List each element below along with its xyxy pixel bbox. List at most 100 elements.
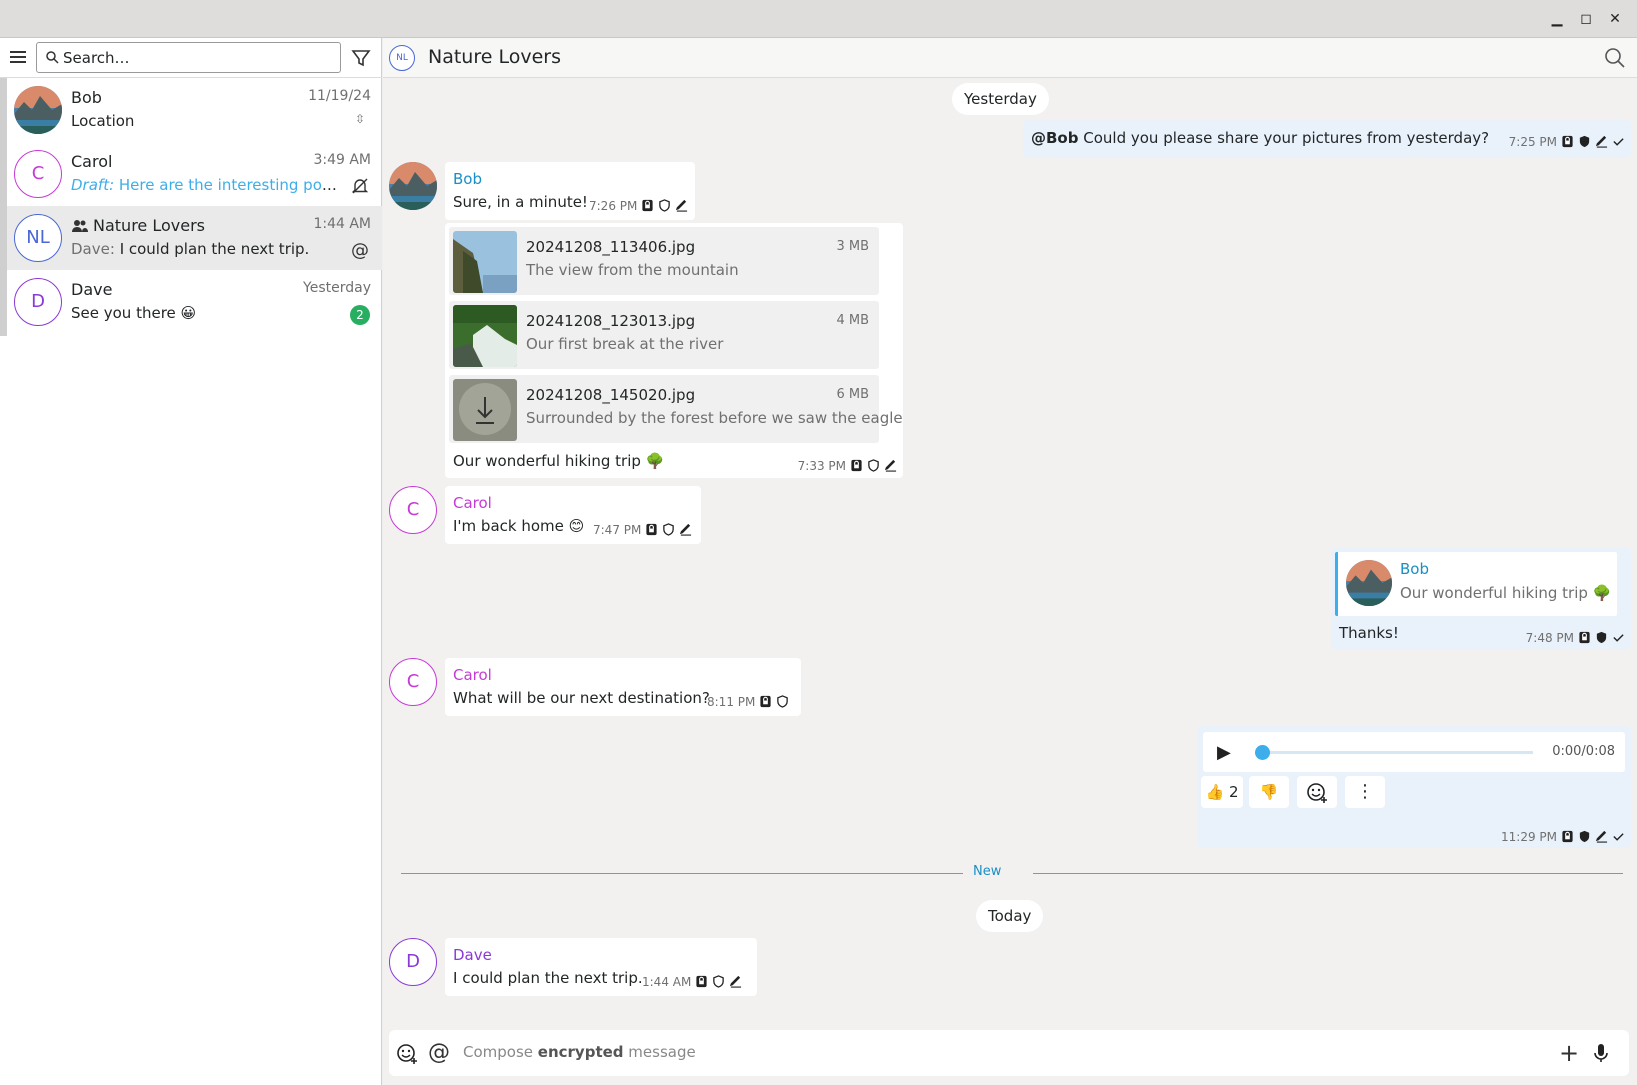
file-name: 20241208_113406.jpg xyxy=(526,238,696,256)
preview-text: I could plan the next trip. xyxy=(119,240,310,258)
message-carol[interactable]: Carol What will be our next destination?… xyxy=(445,658,801,716)
list-scrollbar[interactable] xyxy=(0,78,7,336)
lock-icon xyxy=(695,975,708,988)
file-thumbnail[interactable] xyxy=(453,379,517,441)
reaction-count: 2 xyxy=(1228,783,1239,801)
sender-name[interactable]: Bob xyxy=(453,170,482,188)
search-icon xyxy=(46,51,59,64)
add-attachment-icon[interactable]: + xyxy=(1557,1041,1581,1065)
avatar-carol[interactable]: C xyxy=(389,486,437,534)
microphone-icon[interactable] xyxy=(1589,1041,1613,1065)
chat-title[interactable]: Nature Lovers xyxy=(428,46,561,68)
message-files[interactable]: 20241208_113406.jpg 3 MB The view from t… xyxy=(445,223,903,478)
maximize-icon[interactable]: ◻ xyxy=(1577,10,1595,28)
message-bob[interactable]: Bob Sure, in a minute! 7:26 PM xyxy=(445,162,695,220)
quoted-message[interactable]: Bob Our wonderful hiking trip 🌳 xyxy=(1335,552,1617,616)
add-reaction-icon[interactable] xyxy=(1297,776,1337,808)
message-time: 7:33 PM xyxy=(797,459,846,473)
audio-progress-handle[interactable] xyxy=(1255,745,1270,760)
sender-name[interactable]: Carol xyxy=(453,666,492,684)
avatar-dave[interactable]: D xyxy=(389,938,437,986)
minimize-icon[interactable]: ▁ xyxy=(1548,10,1566,28)
shield-icon xyxy=(658,199,671,212)
sender-name[interactable]: Carol xyxy=(453,494,492,512)
menu-icon[interactable] xyxy=(10,48,30,68)
more-options-icon[interactable]: ⋮ xyxy=(1345,776,1385,808)
avatar: D xyxy=(14,278,62,326)
message-text: Sure, in a minute! xyxy=(453,193,588,211)
reaction-thumbs-down[interactable]: 👎 xyxy=(1249,776,1289,808)
mention-icon[interactable]: @ xyxy=(427,1041,451,1065)
avatar: NL xyxy=(14,214,62,262)
shield-icon xyxy=(712,975,725,988)
shield-icon xyxy=(1578,135,1591,148)
signature-icon xyxy=(884,459,897,472)
lock-icon xyxy=(641,199,654,212)
audio-time: 0:00/0:08 xyxy=(1552,744,1615,759)
check-icon xyxy=(1612,631,1625,644)
message-body: Could you please share your pictures fro… xyxy=(1078,129,1490,147)
avatar: C xyxy=(14,150,62,198)
message-time: 7:48 PM xyxy=(1525,631,1574,645)
message-own-audio[interactable]: ▶ 0:00/0:08 👍 2 👎 ⋮ 11:29 PM xyxy=(1197,726,1631,848)
message-time: 7:25 PM xyxy=(1508,135,1557,149)
file-attachment[interactable]: 20241208_123013.jpg 4 MB Our first break… xyxy=(449,301,879,369)
shield-icon xyxy=(662,523,675,536)
chat-item-bob[interactable]: Bob 11/19/24 Location ⇳ xyxy=(0,78,382,142)
file-size: 3 MB xyxy=(836,239,869,254)
message-own[interactable]: @Bob Could you please share your picture… xyxy=(1023,120,1631,158)
audio-progress-track[interactable] xyxy=(1261,751,1533,754)
chat-item-dave[interactable]: D Dave Yesterday See you there 😀 2 xyxy=(0,270,382,334)
chat-avatar[interactable]: NL xyxy=(389,45,415,71)
message-list[interactable]: Yesterday @Bob Could you please share yo… xyxy=(383,78,1637,1028)
filter-icon[interactable] xyxy=(350,47,372,69)
search-input[interactable] xyxy=(63,46,333,70)
mention-icon: @ xyxy=(351,240,369,261)
message-carol[interactable]: Carol I'm back home 😊 7:47 PM xyxy=(445,486,701,544)
date-separator: Yesterday xyxy=(952,83,1049,115)
chat-item-carol[interactable]: C Carol 3:49 AM Draft: Here are the inte… xyxy=(0,142,382,206)
file-attachment[interactable]: 20241208_145020.jpg 6 MB Surrounded by t… xyxy=(449,375,903,443)
play-icon[interactable]: ▶ xyxy=(1217,742,1235,763)
signature-icon xyxy=(679,523,692,536)
message-text: Thanks! xyxy=(1339,624,1399,642)
file-size: 4 MB xyxy=(836,313,869,328)
lock-icon xyxy=(1578,631,1591,644)
file-thumbnail[interactable] xyxy=(453,231,517,293)
group-icon xyxy=(72,220,88,232)
reaction-thumbs-up[interactable]: 👍 2 xyxy=(1201,776,1243,808)
signature-icon xyxy=(675,199,688,212)
message-meta: 11:29 PM xyxy=(1501,830,1625,844)
chat-time: 1:44 AM xyxy=(313,216,371,232)
file-name: 20241208_123013.jpg xyxy=(526,312,696,330)
message-text: I could plan the next trip. xyxy=(453,969,643,987)
chat-preview: Draft: Here are the interesting podcasts xyxy=(71,176,343,194)
mention[interactable]: @Bob xyxy=(1031,129,1078,147)
message-input[interactable] xyxy=(461,1040,1521,1066)
signature-icon xyxy=(1595,830,1608,843)
message-time: 7:47 PM xyxy=(593,523,642,537)
quote-avatar xyxy=(1346,560,1392,606)
search-icon[interactable] xyxy=(1603,46,1627,70)
message-text: What will be our next destination? xyxy=(453,689,710,707)
file-thumbnail[interactable] xyxy=(453,305,517,367)
avatar-bob[interactable] xyxy=(389,162,437,210)
message-own-reply[interactable]: Bob Our wonderful hiking trip 🌳 Thanks! … xyxy=(1331,548,1631,650)
sender-name[interactable]: Dave xyxy=(453,946,492,964)
close-icon[interactable]: ✕ xyxy=(1606,10,1624,28)
chat-header: NL Nature Lovers xyxy=(383,38,1637,78)
file-description: Our first break at the river xyxy=(526,335,724,353)
avatar-carol[interactable]: C xyxy=(389,658,437,706)
chat-view: NL Nature Lovers Yesterday @Bob Could yo… xyxy=(383,38,1637,1085)
message-text: @Bob Could you please share your picture… xyxy=(1031,129,1489,147)
search-box[interactable] xyxy=(36,42,341,73)
chat-item-nature-lovers[interactable]: NL Nature Lovers 1:44 AM Dave: I could p… xyxy=(0,206,382,270)
message-meta: 8:11 PM xyxy=(707,695,789,709)
shield-icon xyxy=(867,459,880,472)
shield-icon xyxy=(1595,631,1608,644)
chat-name: Nature Lovers xyxy=(93,216,205,235)
emoji-picker-icon[interactable] xyxy=(395,1041,419,1065)
message-dave[interactable]: Dave I could plan the next trip. 1:44 AM xyxy=(445,938,757,996)
audio-player[interactable]: ▶ 0:00/0:08 xyxy=(1203,732,1625,772)
file-attachment[interactable]: 20241208_113406.jpg 3 MB The view from t… xyxy=(449,227,879,295)
